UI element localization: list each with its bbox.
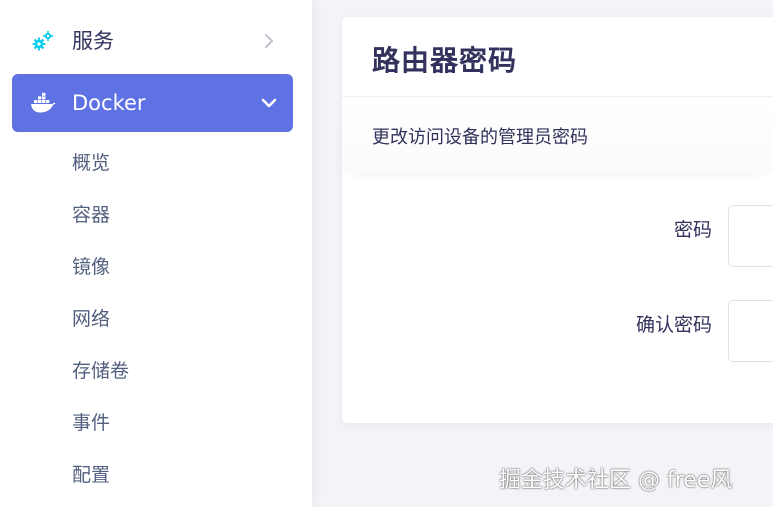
password-input[interactable] <box>728 205 773 267</box>
app-root: 服务 Docker 概览 容器 镜像 网络 存储卷 事件 配置 路由器密码 更改… <box>0 0 773 507</box>
sidebar-subitem-containers[interactable]: 容器 <box>72 200 110 230</box>
sidebar-subitem-images[interactable]: 镜像 <box>72 252 110 282</box>
card-header: 路由器密码 <box>342 17 773 97</box>
card-description-section: 更改访问设备的管理员密码 <box>342 99 773 173</box>
gears-icon <box>30 28 56 54</box>
chevron-down-icon <box>261 95 277 111</box>
sidebar-subitem-config[interactable]: 配置 <box>72 460 110 490</box>
sidebar-item-docker[interactable]: Docker <box>12 74 293 132</box>
sidebar: 服务 Docker 概览 容器 镜像 网络 存储卷 事件 配置 <box>0 0 312 507</box>
sidebar-subitem-events[interactable]: 事件 <box>72 408 110 438</box>
card-description: 更改访问设备的管理员密码 <box>372 127 588 148</box>
router-password-card: 路由器密码 更改访问设备的管理员密码 密码 确认密码 <box>342 17 773 423</box>
sidebar-subitem-overview[interactable]: 概览 <box>72 148 110 178</box>
sidebar-item-label: Docker <box>72 90 146 115</box>
page-title: 路由器密码 <box>372 44 518 77</box>
confirm-password-label: 确认密码 <box>635 314 712 336</box>
confirm-password-input[interactable] <box>728 300 773 362</box>
watermark: 掘金技术社区 @ free风 <box>499 468 733 493</box>
sidebar-subitem-networks[interactable]: 网络 <box>72 304 110 334</box>
sidebar-subitem-volumes[interactable]: 存储卷 <box>72 356 129 386</box>
docker-whale-icon <box>30 90 56 116</box>
sidebar-item-services[interactable]: 服务 <box>12 12 293 70</box>
chevron-right-icon <box>261 33 277 49</box>
password-label: 密码 <box>673 219 712 241</box>
sidebar-item-label: 服务 <box>72 28 114 53</box>
